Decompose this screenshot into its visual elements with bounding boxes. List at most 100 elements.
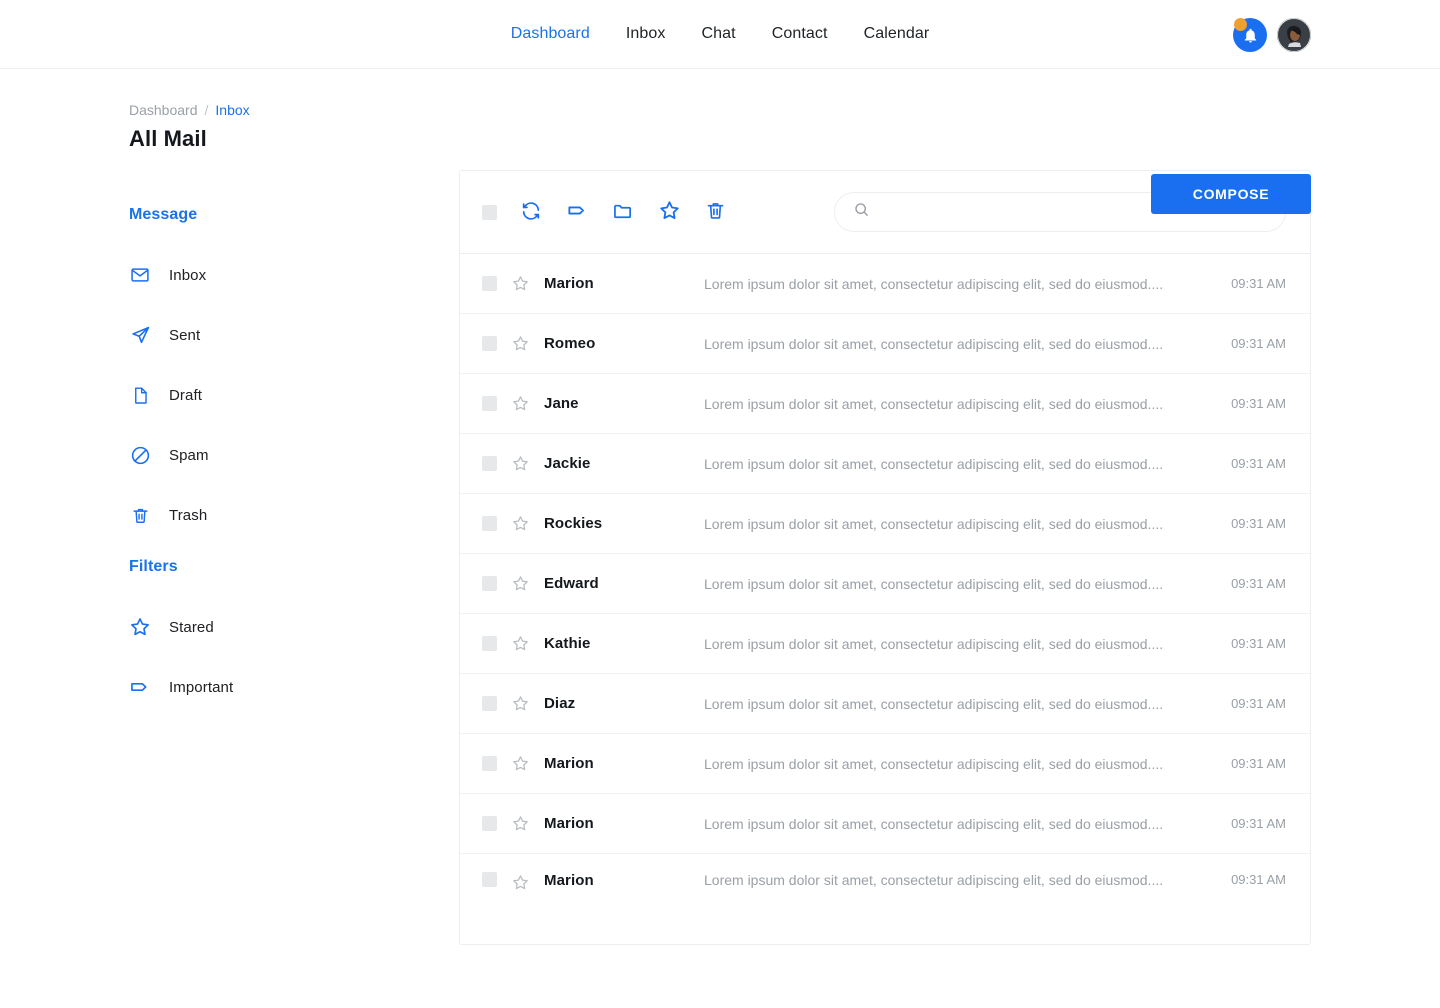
nav-item-chat[interactable]: Chat	[702, 25, 736, 43]
mail-row[interactable]: KathieLorem ipsum dolor sit amet, consec…	[460, 614, 1310, 674]
row-sender: Marion	[544, 275, 704, 292]
header-actions	[1233, 18, 1311, 52]
nav-item-inbox[interactable]: Inbox	[626, 25, 666, 43]
label-button[interactable]	[565, 200, 589, 224]
row-checkbox[interactable]	[482, 336, 497, 351]
notification-badge	[1234, 18, 1247, 31]
row-checkbox[interactable]	[482, 636, 497, 651]
breadcrumb-root[interactable]: Dashboard	[129, 102, 198, 118]
mail-row[interactable]: MarionLorem ipsum dolor sit amet, consec…	[460, 854, 1310, 944]
row-preview: Lorem ipsum dolor sit amet, consectetur …	[704, 872, 1231, 888]
star-icon[interactable]	[510, 454, 530, 474]
mail-row[interactable]: MarionLorem ipsum dolor sit amet, consec…	[460, 254, 1310, 314]
star-icon[interactable]	[510, 574, 530, 594]
page-head: Dashboard / Inbox All Mail COMPOSE	[0, 69, 1440, 170]
star-icon[interactable]	[510, 634, 530, 654]
row-sender: Jackie	[544, 455, 704, 472]
row-sender: Marion	[544, 815, 704, 832]
delete-button[interactable]	[703, 200, 727, 224]
star-icon[interactable]	[510, 274, 530, 294]
notification-button[interactable]	[1233, 18, 1267, 52]
sidebar-item-inbox[interactable]: Inbox	[129, 258, 332, 292]
nav-item-calendar[interactable]: Calendar	[864, 25, 930, 43]
star-icon	[129, 616, 151, 638]
main-nav: Dashboard Inbox Chat Contact Calendar	[511, 25, 930, 43]
row-checkbox[interactable]	[482, 576, 497, 591]
breadcrumb: Dashboard / Inbox	[129, 102, 1311, 118]
star-icon[interactable]	[510, 514, 530, 534]
breadcrumb-current[interactable]: Inbox	[215, 102, 249, 118]
star-icon[interactable]	[510, 694, 530, 714]
row-time: 09:31 AM	[1231, 872, 1286, 887]
row-time: 09:31 AM	[1231, 756, 1286, 771]
row-preview: Lorem ipsum dolor sit amet, consectetur …	[704, 696, 1231, 712]
mail-row[interactable]: RomeoLorem ipsum dolor sit amet, consect…	[460, 314, 1310, 374]
row-checkbox[interactable]	[482, 516, 497, 531]
mail-row[interactable]: RockiesLorem ipsum dolor sit amet, conse…	[460, 494, 1310, 554]
sidebar-item-sent[interactable]: Sent	[129, 318, 332, 352]
row-sender: Kathie	[544, 635, 704, 652]
refresh-button[interactable]	[519, 200, 543, 224]
refresh-icon	[520, 200, 542, 225]
nav-item-contact[interactable]: Contact	[772, 25, 828, 43]
star-icon[interactable]	[510, 754, 530, 774]
trash-icon	[129, 504, 151, 526]
row-checkbox[interactable]	[482, 756, 497, 771]
row-time: 09:31 AM	[1231, 336, 1286, 351]
label-tag-icon	[566, 199, 589, 225]
document-icon	[129, 384, 151, 406]
sidebar-label-inbox: Inbox	[169, 267, 206, 284]
row-preview: Lorem ipsum dolor sit amet, consectetur …	[704, 276, 1231, 292]
row-checkbox[interactable]	[482, 276, 497, 291]
star-icon[interactable]	[510, 814, 530, 834]
sidebar-item-draft[interactable]: Draft	[129, 378, 332, 412]
star-icon[interactable]	[510, 872, 530, 892]
avatar[interactable]	[1277, 18, 1311, 52]
row-preview: Lorem ipsum dolor sit amet, consectetur …	[704, 516, 1231, 532]
search-icon	[853, 201, 870, 223]
mail-row[interactable]: MarionLorem ipsum dolor sit amet, consec…	[460, 734, 1310, 794]
envelope-icon	[129, 264, 151, 286]
mail-row[interactable]: DiazLorem ipsum dolor sit amet, consecte…	[460, 674, 1310, 734]
nav-item-dashboard[interactable]: Dashboard	[511, 25, 590, 43]
sidebar-item-spam[interactable]: Spam	[129, 438, 332, 472]
row-checkbox[interactable]	[482, 456, 497, 471]
sidebar-label-important: Important	[169, 679, 233, 696]
row-sender: Marion	[544, 872, 704, 889]
row-time: 09:31 AM	[1231, 816, 1286, 831]
row-checkbox[interactable]	[482, 816, 497, 831]
mail-row[interactable]: MarionLorem ipsum dolor sit amet, consec…	[460, 794, 1310, 854]
star-icon[interactable]	[510, 334, 530, 354]
mail-row[interactable]: JaneLorem ipsum dolor sit amet, consecte…	[460, 374, 1310, 434]
sidebar-item-important[interactable]: Important	[129, 670, 332, 704]
row-checkbox[interactable]	[482, 696, 497, 711]
sidebar-item-stared[interactable]: Stared	[129, 610, 332, 644]
select-all-checkbox[interactable]	[482, 205, 497, 220]
sidebar-heading-filters: Filters	[129, 558, 332, 576]
row-time: 09:31 AM	[1231, 576, 1286, 591]
body-wrapper: Message Inbox Sent	[0, 170, 1440, 945]
row-preview: Lorem ipsum dolor sit amet, consectetur …	[704, 816, 1231, 832]
row-time: 09:31 AM	[1231, 396, 1286, 411]
mail-row[interactable]: JackieLorem ipsum dolor sit amet, consec…	[460, 434, 1310, 494]
row-checkbox[interactable]	[482, 396, 497, 411]
folder-button[interactable]	[611, 200, 635, 224]
row-time: 09:31 AM	[1231, 276, 1286, 291]
trash-icon	[705, 200, 726, 224]
row-preview: Lorem ipsum dolor sit amet, consectetur …	[704, 456, 1231, 472]
mail-row[interactable]: EdwardLorem ipsum dolor sit amet, consec…	[460, 554, 1310, 614]
sidebar-label-trash: Trash	[169, 507, 207, 524]
sidebar: Message Inbox Sent	[129, 170, 332, 730]
label-tag-icon	[129, 676, 151, 698]
star-icon[interactable]	[510, 394, 530, 414]
sidebar-label-draft: Draft	[169, 387, 202, 404]
row-sender: Romeo	[544, 335, 704, 352]
star-button[interactable]	[657, 200, 681, 224]
paper-plane-icon	[129, 324, 151, 346]
sidebar-heading-message: Message	[129, 206, 332, 224]
compose-button[interactable]: COMPOSE	[1151, 174, 1311, 214]
row-time: 09:31 AM	[1231, 696, 1286, 711]
row-checkbox[interactable]	[482, 872, 497, 887]
sidebar-item-trash[interactable]: Trash	[129, 498, 332, 532]
row-sender: Marion	[544, 755, 704, 772]
